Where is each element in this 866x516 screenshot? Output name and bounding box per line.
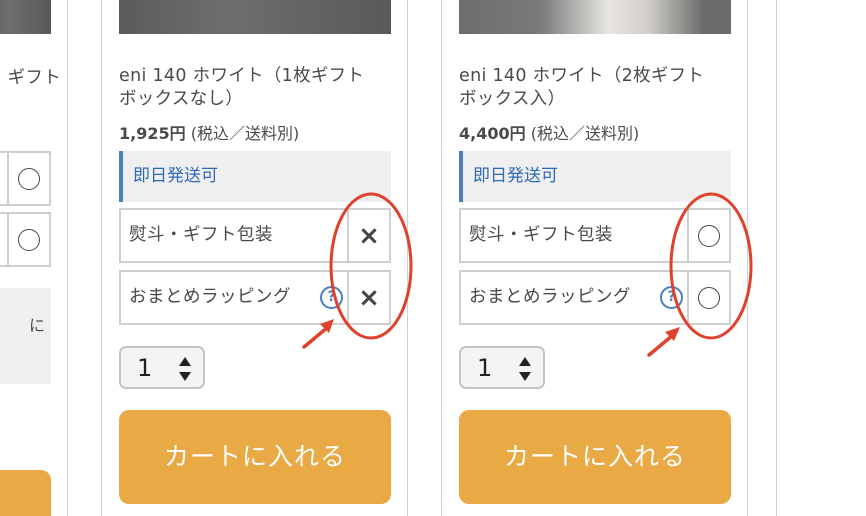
up-arrow-icon	[179, 357, 191, 366]
quantity-select[interactable]: 1	[119, 346, 205, 389]
option-row	[0, 151, 51, 206]
option-mark[interactable]: ×	[347, 272, 389, 323]
up-arrow-icon	[519, 357, 531, 366]
down-arrow-icon	[519, 372, 531, 381]
option-mark[interactable]: ×	[347, 210, 389, 261]
option-label: おまとめラッピング	[469, 287, 631, 307]
down-arrow-icon	[179, 372, 191, 381]
option-label: 熨斗・ギフト包装	[129, 225, 273, 245]
product-card: eni 140 ホワイト（2枚ギフト ボックス入） 4,400円 (税込／送料別…	[441, 0, 748, 516]
cross-icon: ×	[358, 220, 380, 251]
option-row	[0, 212, 51, 267]
product-photo	[459, 0, 731, 34]
add-to-cart-button[interactable]	[0, 470, 51, 516]
circle-icon	[698, 224, 720, 247]
add-to-cart-button[interactable]: カートに入れる	[119, 410, 391, 504]
info-box: に	[0, 288, 51, 384]
circle-icon	[18, 228, 40, 251]
help-icon[interactable]: ?	[660, 286, 683, 309]
price-note: (税込／送料別)	[190, 124, 300, 143]
option-label: 熨斗・ギフト包装	[469, 225, 613, 245]
price: 4,400円 (税込／送料別)	[459, 120, 639, 144]
product-card: eni 140 ホワイト（1枚ギフト ボックスなし） 1,925円 (税込／送料…	[101, 0, 408, 516]
column-divider	[776, 0, 777, 516]
circle-icon	[698, 286, 720, 309]
product-photo	[119, 0, 391, 34]
price-value: 4,400円	[459, 124, 526, 143]
title-line: eni 140 ホワイト（2枚ギフト	[459, 66, 705, 86]
product-title[interactable]: eni 140 ホワイト（1枚ギフト ボックスなし）	[119, 65, 404, 111]
add-to-cart-button[interactable]: カートに入れる	[459, 410, 731, 504]
cross-icon: ×	[358, 282, 380, 313]
info-text: に	[28, 316, 45, 335]
product-card-partial: ギフト に	[0, 0, 68, 516]
option-mark[interactable]	[687, 210, 729, 261]
option-row-noshi: 熨斗・ギフト包装	[459, 208, 731, 263]
circle-icon	[18, 167, 40, 190]
option-row-noshi: 熨斗・ギフト包装 ×	[119, 208, 391, 263]
option-mark[interactable]	[7, 214, 49, 265]
product-photo	[0, 0, 51, 34]
quantity-value: 1	[137, 354, 153, 382]
option-mark[interactable]	[687, 272, 729, 323]
option-row-wrapping: おまとめラッピング ? ×	[119, 270, 391, 325]
option-mark[interactable]	[7, 153, 49, 204]
option-row-wrapping: おまとめラッピング ?	[459, 270, 731, 325]
product-title-fragment: ギフト	[7, 68, 61, 88]
help-icon[interactable]: ?	[320, 286, 343, 309]
title-line: eni 140 ホワイト（1枚ギフト	[119, 66, 365, 86]
title-line: ボックスなし）	[119, 89, 244, 109]
title-line: ボックス入）	[459, 89, 566, 109]
quantity-value: 1	[477, 354, 493, 382]
shipping-badge: 即日発送可	[459, 151, 731, 202]
quantity-select[interactable]: 1	[459, 346, 545, 389]
shipping-badge: 即日発送可	[119, 151, 391, 202]
price-note: (税込／送料別)	[530, 124, 640, 143]
price: 1,925円 (税込／送料別)	[119, 120, 299, 144]
option-label: おまとめラッピング	[129, 287, 291, 307]
product-title[interactable]: eni 140 ホワイト（2枚ギフト ボックス入）	[459, 65, 744, 111]
price-value: 1,925円	[119, 124, 186, 143]
